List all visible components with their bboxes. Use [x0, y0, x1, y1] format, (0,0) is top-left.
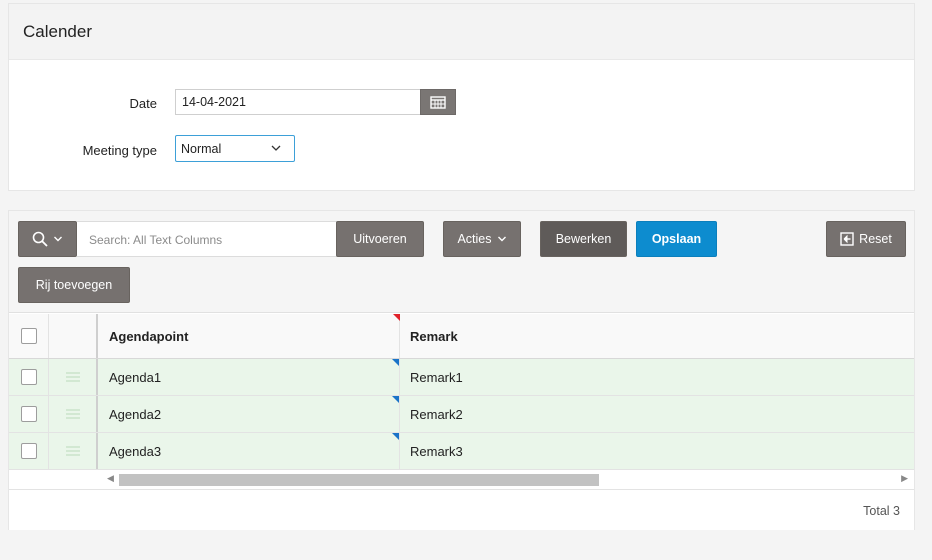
error-marker	[393, 314, 400, 321]
meeting-type-select[interactable]: Normal	[175, 135, 295, 162]
changed-marker	[392, 396, 399, 403]
row-checkbox[interactable]	[20, 406, 37, 422]
reset-label: Reset	[859, 232, 892, 246]
reset-icon	[840, 232, 854, 246]
grid-toolbar: Search: All Text Columns Uitvoeren Actie…	[9, 211, 914, 313]
agendapoint-value: Agenda1	[109, 369, 162, 385]
meeting-type-value: Normal	[181, 142, 222, 156]
search-input[interactable]: Search: All Text Columns	[77, 221, 337, 257]
search-column-menu-button[interactable]	[18, 221, 77, 257]
actions-label: Acties	[457, 232, 492, 246]
edit-button[interactable]: Bewerken	[540, 221, 627, 257]
table-row[interactable]: Agenda2 Remark2	[9, 396, 914, 433]
row-drag-handle-icon[interactable]	[65, 372, 80, 382]
grid-header-row: Agendapoint Remark	[9, 314, 914, 359]
chevron-down-icon	[497, 236, 506, 242]
column-header-remark[interactable]: Remark	[400, 314, 914, 358]
row-header-cell	[49, 314, 98, 358]
grid-footer: Total 3	[9, 491, 914, 530]
interactive-grid: Search: All Text Columns Uitvoeren Actie…	[8, 210, 915, 530]
scrollbar-thumb[interactable]	[119, 474, 599, 486]
add-row-button[interactable]: Rij toevoegen	[18, 267, 130, 303]
row-checkbox[interactable]	[20, 443, 37, 459]
row-checkbox[interactable]	[20, 369, 37, 385]
remark-cell[interactable]: Remark3	[400, 433, 914, 469]
column-header-agendapoint[interactable]: Agendapoint	[98, 314, 400, 358]
date-field[interactable]: 14-04-2021	[175, 89, 420, 115]
scroll-left-icon[interactable]: ◀	[107, 473, 114, 484]
remark-cell[interactable]: Remark2	[400, 396, 914, 432]
row-handle-cell	[49, 396, 98, 432]
grid-table: Agendapoint Remark Agenda1 Remark1 Agend…	[9, 314, 914, 470]
chevron-down-icon	[54, 236, 62, 242]
row-drag-handle-icon[interactable]	[65, 409, 80, 419]
select-all-cell	[9, 314, 49, 358]
scroll-right-icon[interactable]: ▶	[901, 473, 908, 484]
actions-menu-button[interactable]: Acties	[443, 221, 521, 257]
agendapoint-value: Agenda2	[109, 406, 162, 422]
meeting-type-label: Meeting type	[82, 143, 157, 158]
horizontal-scrollbar[interactable]: ◀ ▶	[9, 470, 914, 490]
region-title: Calender	[9, 4, 914, 60]
row-select-cell	[9, 396, 49, 432]
agendapoint-cell[interactable]: Agenda3	[98, 433, 400, 469]
search-icon	[32, 231, 48, 247]
agendapoint-cell[interactable]: Agenda2	[98, 396, 400, 432]
table-row[interactable]: Agenda1 Remark1	[9, 359, 914, 396]
calendar-icon	[430, 95, 446, 109]
save-button[interactable]: Opslaan	[636, 221, 717, 257]
calendar-picker-button[interactable]	[420, 89, 456, 115]
agendapoint-cell[interactable]: Agenda1	[98, 359, 400, 395]
select-all-checkbox[interactable]	[20, 328, 37, 344]
row-drag-handle-icon[interactable]	[65, 446, 80, 456]
run-button[interactable]: Uitvoeren	[336, 221, 424, 257]
row-select-cell	[9, 359, 49, 395]
total-count: Total 3	[863, 504, 900, 518]
chevron-down-icon	[271, 145, 281, 151]
reset-button[interactable]: Reset	[826, 221, 906, 257]
calendar-region: Calender Date 14-04-2021 Meeting type No…	[8, 3, 915, 191]
row-select-cell	[9, 433, 49, 469]
changed-marker	[392, 359, 399, 366]
remark-cell[interactable]: Remark1	[400, 359, 914, 395]
row-handle-cell	[49, 433, 98, 469]
changed-marker	[392, 433, 399, 440]
date-label: Date	[129, 96, 157, 111]
row-handle-cell	[49, 359, 98, 395]
agendapoint-value: Agenda3	[109, 443, 162, 459]
table-row[interactable]: Agenda3 Remark3	[9, 433, 914, 470]
